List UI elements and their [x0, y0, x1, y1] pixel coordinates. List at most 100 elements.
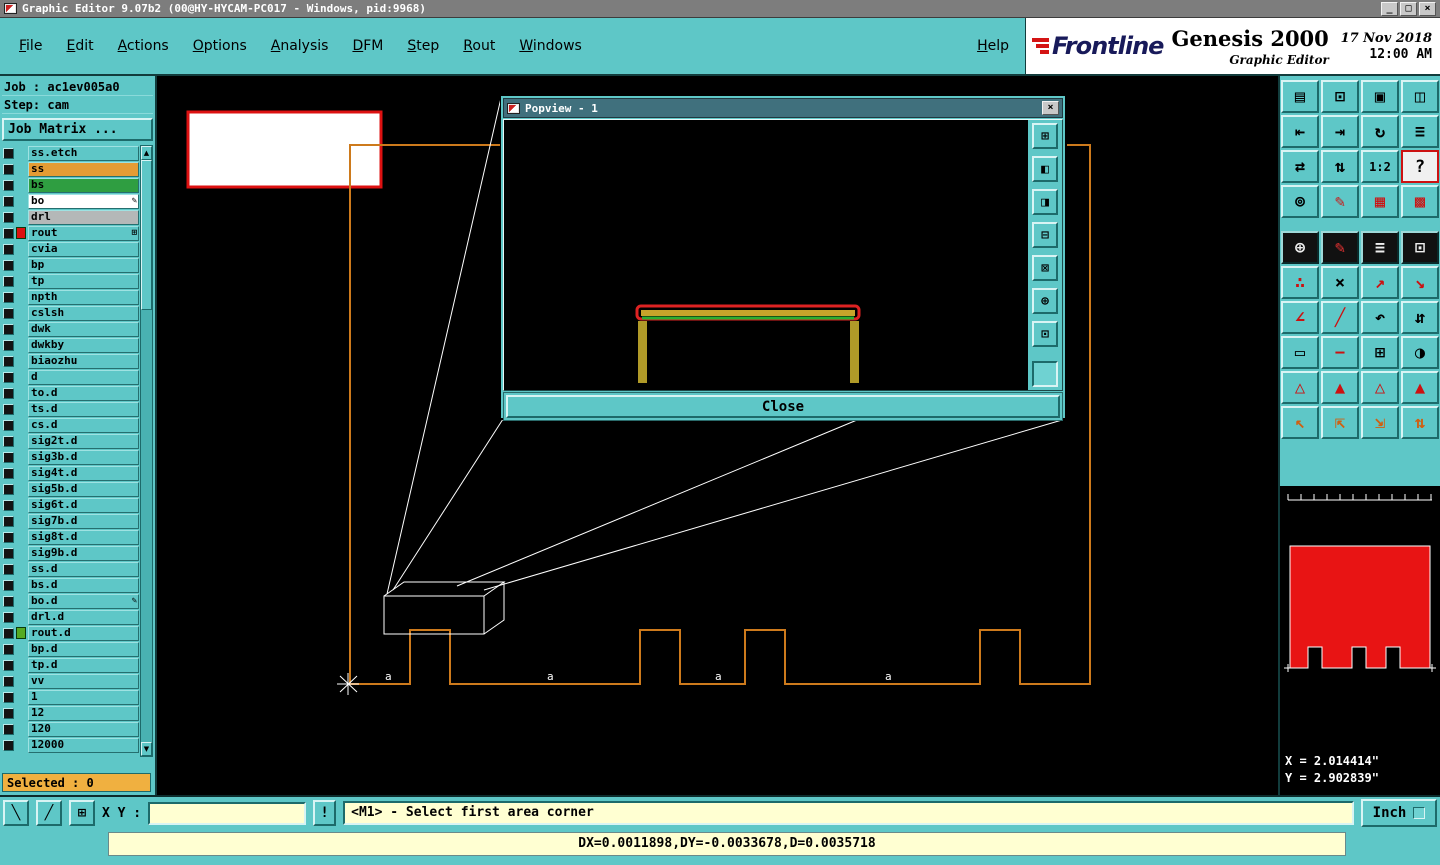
layer-name[interactable]: ts.d	[28, 401, 139, 417]
delete-button[interactable]: ×	[1321, 266, 1359, 299]
layer-visibility-checkbox[interactable]	[3, 419, 14, 431]
layer-row-cvia[interactable]: cvia	[2, 241, 139, 257]
layer-row-vv[interactable]: vv	[2, 673, 139, 689]
menu-file[interactable]: File	[8, 33, 53, 59]
flip-vertical-button[interactable]: ⇵	[1401, 301, 1439, 334]
layer-row-sig5b.d[interactable]: sig5b.d	[2, 481, 139, 497]
swap-vertical-button[interactable]: ⇅	[1321, 150, 1359, 183]
layer-name[interactable]: bp	[28, 257, 139, 273]
alert-bang-button[interactable]: !	[313, 800, 337, 826]
layer-row-sig6t.d[interactable]: sig6t.d	[2, 497, 139, 513]
layer-name[interactable]: ss.d	[28, 561, 139, 577]
popview-zoom-out-button[interactable]: ⊠	[1032, 255, 1058, 281]
layer-visibility-checkbox[interactable]	[3, 147, 14, 159]
layer-name[interactable]: npth	[28, 289, 139, 305]
layer-name[interactable]: rout ⊞	[28, 225, 139, 241]
layer-name[interactable]: ss	[28, 161, 139, 177]
layer-visibility-checkbox[interactable]	[3, 307, 14, 319]
layer-name[interactable]: cs.d	[28, 417, 139, 433]
layer-visibility-checkbox[interactable]	[3, 739, 14, 751]
layer-visibility-checkbox[interactable]	[3, 387, 14, 399]
layer-name[interactable]: cslsh	[28, 305, 139, 321]
layer-name[interactable]: bo ✎	[28, 193, 139, 209]
layer-name[interactable]: cvia	[28, 241, 139, 257]
help-query-button[interactable]: ?	[1401, 150, 1439, 183]
layer-visibility-checkbox[interactable]	[3, 563, 14, 575]
layer-name[interactable]: ss.etch	[28, 145, 139, 161]
layer-name[interactable]: d	[28, 369, 139, 385]
layer-row-bp[interactable]: bp	[2, 257, 139, 273]
zoom-ratio-button[interactable]: 1:2	[1361, 150, 1399, 183]
layer-name[interactable]: drl	[28, 209, 139, 225]
layer-row-bo.d[interactable]: bo.d ✎	[2, 593, 139, 609]
layer-row-tp.d[interactable]: tp.d	[2, 657, 139, 673]
layer-list-scrollbar[interactable]: ▲ ▼	[140, 145, 153, 757]
layer-row-cs.d[interactable]: cs.d	[2, 417, 139, 433]
layer-row-12000[interactable]: 12000	[2, 737, 139, 753]
swap-horizontal-button[interactable]: ⇄	[1281, 150, 1319, 183]
arc-fill-button[interactable]: ◑	[1401, 336, 1439, 369]
layer-name[interactable]: sig5b.d	[28, 481, 139, 497]
grid-toggle-button[interactable]: ▦	[1361, 185, 1399, 218]
layer-name[interactable]: sig3b.d	[28, 449, 139, 465]
layer-name[interactable]: sig2t.d	[28, 433, 139, 449]
layer-row-drl[interactable]: drl	[2, 209, 139, 225]
layer-row-rout[interactable]: rout ⊞	[2, 225, 139, 241]
layer-name[interactable]: bo.d ✎	[28, 593, 139, 609]
layer-row-sig9b.d[interactable]: sig9b.d	[2, 545, 139, 561]
layer-visibility-checkbox[interactable]	[3, 403, 14, 415]
triangle-marker-button[interactable]: △	[1281, 371, 1319, 404]
layer-row-sig3b.d[interactable]: sig3b.d	[2, 449, 139, 465]
layer-row-ss.etch[interactable]: ss.etch	[2, 145, 139, 161]
split-display-button[interactable]: ◫	[1401, 80, 1439, 113]
layer-name[interactable]: bs.d	[28, 577, 139, 593]
measure-lines-button[interactable]: ≡	[1361, 231, 1399, 264]
layer-visibility-checkbox[interactable]	[3, 323, 14, 335]
layer-name[interactable]: vv	[28, 673, 139, 689]
vector-ne-button[interactable]: ↗	[1361, 266, 1399, 299]
layer-name[interactable]: tp	[28, 273, 139, 289]
layer-visibility-checkbox[interactable]	[3, 339, 14, 351]
popview-pan-up-button[interactable]: ◧	[1032, 156, 1058, 182]
layer-row-12[interactable]: 12	[2, 705, 139, 721]
layer-row-sig7b.d[interactable]: sig7b.d	[2, 513, 139, 529]
layer-visibility-checkbox[interactable]	[3, 547, 14, 559]
layer-name[interactable]: rout.d	[28, 625, 139, 641]
layer-row-bo[interactable]: bo ✎	[2, 193, 139, 209]
layer-row-cslsh[interactable]: cslsh	[2, 305, 139, 321]
layer-name[interactable]: to.d	[28, 385, 139, 401]
menu-windows[interactable]: Windows	[508, 33, 593, 59]
menu-options[interactable]: Options	[182, 33, 258, 59]
maximize-button[interactable]: □	[1400, 1, 1417, 16]
popview-pan-down-button[interactable]: ◨	[1032, 189, 1058, 215]
menu-analysis[interactable]: Analysis	[260, 33, 340, 59]
layer-row-tp[interactable]: tp	[2, 273, 139, 289]
select-box-button[interactable]: ⇱	[1321, 406, 1359, 439]
triangle-tall-button[interactable]: ▲	[1321, 371, 1359, 404]
popview-mode-button[interactable]	[1032, 361, 1058, 387]
single-display-button[interactable]: ⊡	[1321, 80, 1359, 113]
layer-row-rout.d[interactable]: rout.d	[2, 625, 139, 641]
minimize-button[interactable]: _	[1381, 1, 1398, 16]
layer-name[interactable]: sig6t.d	[28, 497, 139, 513]
scroll-down-arrow-icon[interactable]: ▼	[141, 742, 152, 756]
layer-row-drl.d[interactable]: drl.d	[2, 609, 139, 625]
layer-visibility-checkbox[interactable]	[3, 499, 14, 511]
layer-row-bp.d[interactable]: bp.d	[2, 641, 139, 657]
window-titlebar[interactable]: Graphic Editor 9.07b2 (00@HY-HYCAM-PC017…	[0, 0, 1440, 18]
copy-display-button[interactable]: ▤	[1281, 80, 1319, 113]
layer-visibility-checkbox[interactable]	[3, 643, 14, 655]
slope-tool-button[interactable]: ╱	[1321, 301, 1359, 334]
scroll-up-arrow-icon[interactable]: ▲	[141, 146, 152, 160]
settings-button[interactable]: ⊚	[1281, 185, 1319, 218]
layer-row-bs.d[interactable]: bs.d	[2, 577, 139, 593]
layer-visibility-checkbox[interactable]	[3, 259, 14, 271]
layer-row-d[interactable]: d	[2, 369, 139, 385]
layer-name[interactable]: sig8t.d	[28, 529, 139, 545]
select-arrow-button[interactable]: ↖	[1281, 406, 1319, 439]
popview-close-x-button[interactable]: ×	[1042, 101, 1059, 115]
layer-visibility-checkbox[interactable]	[3, 371, 14, 383]
layer-visibility-checkbox[interactable]	[3, 243, 14, 255]
layer-row-dwk[interactable]: dwk	[2, 321, 139, 337]
layer-visibility-checkbox[interactable]	[3, 515, 14, 527]
